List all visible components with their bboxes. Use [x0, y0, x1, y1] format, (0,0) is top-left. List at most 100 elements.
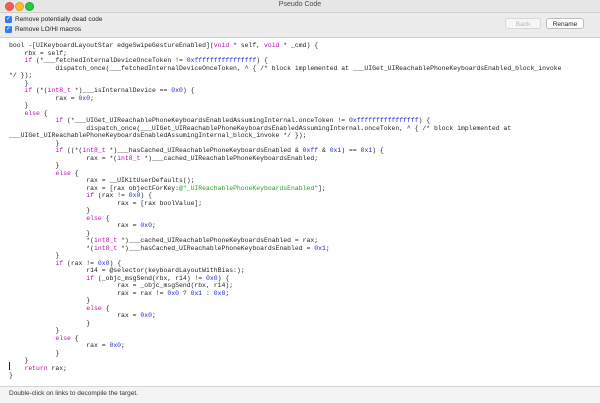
code-line[interactable]: rax = [rax objectForKey:@"_UIReachablePh… [9, 185, 600, 193]
code-line[interactable]: *(int8_t *)___cached_UIReachablePhoneKey… [9, 237, 600, 245]
code-line[interactable]: dispatch_once(___fetchedInternalDeviceOn… [9, 65, 600, 73]
rename-button[interactable]: Rename [546, 18, 584, 29]
code-line[interactable]: dispatch_once(___UIGet_UIReachablePhoneK… [9, 125, 600, 133]
code-token: rax = [rax boolValue]; [9, 199, 203, 207]
code-token: ; [121, 342, 125, 349]
code-line[interactable]: rax = rax != 0x0 ? 0x1 : 0x0; [9, 290, 600, 298]
code-token: void [213, 42, 230, 49]
code-token: ? [178, 289, 191, 297]
code-line[interactable]: rax = *(int8_t *)___cached_UIReachablePh… [9, 155, 600, 163]
code-token: *)___cached_UIReachablePhoneKeyboardsEna… [117, 237, 319, 244]
code-line[interactable]: } [9, 350, 600, 358]
code-token: ; [325, 244, 330, 252]
remove-dead-code-checkbox[interactable]: ✓ Remove potentially dead code [5, 16, 102, 23]
code-line[interactable]: if (*(int8_t *)___isInternalDevice == 0x… [9, 87, 600, 95]
code-token: ((*( [63, 147, 83, 154]
code-token: else [55, 334, 71, 342]
code-line[interactable]: r14 = @selector(keyboardLayoutWithBias:)… [9, 267, 600, 275]
code-line[interactable]: bool -[UIKeyboardLayoutStar edgeSwipeGes… [9, 42, 600, 50]
code-token: ) { [182, 87, 195, 94]
code-line[interactable]: ___UIGet_UIReachablePhoneKeyboardsEnable… [9, 132, 600, 140]
remove-lohi-macros-checkbox[interactable]: ✓ Remove LO/HI macros [5, 26, 81, 33]
code-line[interactable]: rax = 0x0; [9, 222, 600, 230]
code-line[interactable]: rax = 0x0; [9, 312, 600, 320]
code-line[interactable]: } [9, 80, 600, 88]
code-line[interactable]: rax = 0x0; [9, 342, 600, 350]
code-token: int8_t [94, 237, 118, 244]
code-line[interactable]: } [9, 357, 600, 365]
code-token: ) == [341, 147, 361, 154]
code-line[interactable]: rax = __UIKitUserDefaults(); [9, 177, 600, 185]
code-line[interactable]: } [9, 252, 600, 260]
code-token: bool -[UIKeyboardLayoutStar edgeSwipeGes… [9, 42, 214, 49]
code-line[interactable]: if (rax != 0x0) { [9, 192, 600, 200]
code-line[interactable]: } [9, 102, 600, 110]
code-token: *)___cached_UIReachablePhoneKeyboardsEna… [140, 154, 319, 162]
code-token: int8_t [94, 244, 118, 252]
code-line[interactable]: else { [9, 335, 600, 343]
code-token: } [9, 319, 91, 327]
code-token: (rax != [63, 259, 98, 267]
code-token: 0x1 [329, 147, 342, 154]
code-line[interactable]: } [9, 162, 600, 170]
code-token: void [263, 42, 280, 49]
code-token: (*___fetchedInternalDeviceOnceToken != [32, 57, 187, 64]
code-line[interactable]: } [9, 140, 600, 148]
code-line[interactable]: } [9, 207, 600, 215]
code-line[interactable]: else { [9, 305, 600, 313]
code-line[interactable]: rax = _objc_msgSend(rbx, r14); [9, 282, 600, 290]
code-token: ; [90, 94, 95, 102]
code-token: rax = [9, 94, 79, 102]
code-token: : [202, 289, 214, 297]
code-token: *)___hasCached_UIReachablePhoneKeyboards… [117, 244, 315, 252]
code-token: dispatch_once(___fetchedInternalDeviceOn… [9, 64, 562, 72]
code-line[interactable]: return rax; [9, 365, 600, 373]
code-token: ]; [318, 184, 326, 192]
code-token: int8_t [82, 147, 106, 154]
status-bar: Double-click on links to decompile the t… [0, 386, 600, 403]
code-line[interactable]: */ }); [9, 72, 600, 80]
code-line[interactable]: *(int8_t *)___hasCached_UIReachablePhone… [9, 245, 600, 253]
code-line[interactable]: } [9, 327, 600, 335]
code-line[interactable]: else { [9, 110, 600, 118]
code-token: { [39, 109, 48, 117]
code-line[interactable]: } [9, 372, 600, 380]
code-token: if [86, 274, 94, 282]
code-line[interactable]: } [9, 297, 600, 305]
code-line[interactable]: if (_objc_msgSend(rbx, r14) != 0x0) { [9, 275, 600, 283]
checkmark-icon[interactable]: ✓ [5, 26, 12, 33]
code-token: & [318, 147, 330, 154]
code-line[interactable]: rax = 0x0; [9, 95, 600, 103]
code-line[interactable]: if (*___fetchedInternalDeviceOnceToken !… [9, 57, 600, 65]
code-token: 0x0 [206, 274, 218, 282]
code-token: if [55, 117, 64, 124]
code-token: ) { [140, 192, 152, 199]
code-line[interactable]: rax = [rax boolValue]; [9, 200, 600, 208]
code-token: * self, [229, 42, 264, 49]
code-line[interactable]: } [9, 320, 600, 328]
code-line[interactable]: } [9, 230, 600, 238]
code-token: 0x0 [167, 289, 179, 297]
code-line[interactable]: if (rax != 0x0) { [9, 260, 600, 268]
checkmark-icon[interactable]: ✓ [5, 16, 12, 23]
code-line[interactable]: if ((*(int8_t *)___hasCached_UIReachable… [9, 147, 600, 155]
code-token: 0xffffffffffffffff [348, 117, 419, 124]
back-button[interactable]: Back [505, 18, 541, 29]
code-line[interactable]: if (*___UIGet_UIReachablePhoneKeyboardsE… [9, 117, 600, 125]
code-token: 0x1 [360, 147, 373, 154]
pseudo-code-view[interactable]: bool -[UIKeyboardLayoutStar edgeSwipeGes… [0, 38, 600, 386]
code-line[interactable]: rbx = self; [9, 50, 600, 58]
code-token: if [55, 147, 64, 154]
title-bar[interactable]: Pseudo Code [0, 0, 600, 13]
code-token: } [9, 297, 91, 304]
code-line[interactable]: else { [9, 215, 600, 223]
code-line[interactable]: else { [9, 170, 600, 178]
